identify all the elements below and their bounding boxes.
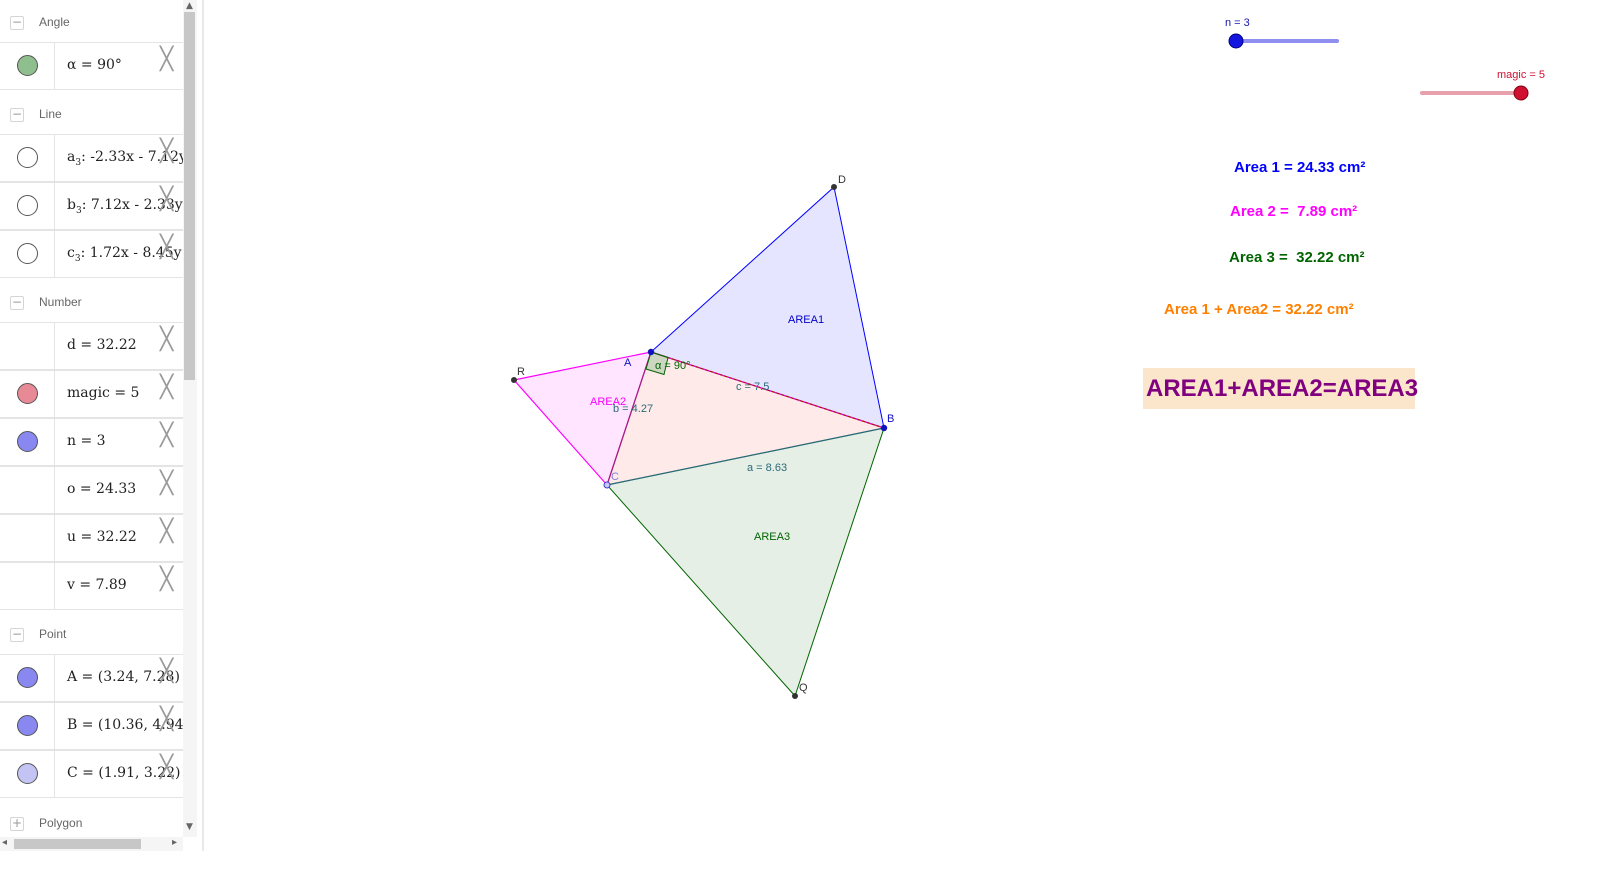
- algebra-row-d[interactable]: d = 32.22 ╳: [0, 322, 183, 370]
- vertical-scrollbar[interactable]: ▲ ▼: [183, 0, 197, 837]
- point-D[interactable]: [831, 184, 837, 190]
- visibility-toggle[interactable]: [17, 763, 38, 784]
- area3-text[interactable]: Area 3 = 32.22 cm²: [1229, 249, 1365, 266]
- algebra-expr[interactable]: v = 7.89: [67, 577, 127, 593]
- delete-icon[interactable]: ╳: [160, 377, 173, 399]
- collapse-toggle[interactable]: −: [10, 108, 24, 122]
- headline-text[interactable]: AREA1+AREA2=AREA3: [1146, 375, 1418, 402]
- group-label-angle: Angle: [39, 15, 70, 29]
- algebra-row-u[interactable]: u = 32.22 ╳: [0, 514, 183, 562]
- visibility-toggle[interactable]: [17, 715, 38, 736]
- group-number[interactable]: − Number: [0, 280, 183, 324]
- delete-icon[interactable]: ╳: [160, 661, 173, 683]
- algebra-row-C[interactable]: C = (1.91, 3.22) ╳: [0, 750, 183, 798]
- slider-magic-handle[interactable]: [1513, 85, 1529, 101]
- slider-n-handle[interactable]: [1228, 33, 1244, 49]
- scrollbar-thumb[interactable]: [14, 839, 141, 849]
- delete-icon[interactable]: ╳: [160, 49, 173, 71]
- delete-icon[interactable]: ╳: [160, 189, 173, 211]
- panel-divider[interactable]: [202, 0, 204, 851]
- algebra-row-n[interactable]: n = 3 ╳: [0, 418, 183, 466]
- collapse-toggle[interactable]: −: [10, 296, 24, 310]
- area3-label: AREA3: [754, 531, 790, 543]
- group-label-point: Point: [39, 627, 67, 641]
- slider-magic-label: magic = 5: [1497, 69, 1545, 81]
- area-sum-text[interactable]: Area 1 + Area2 = 32.22 cm²: [1164, 301, 1354, 318]
- area1-text[interactable]: Area 1 = 24.33 cm²: [1234, 159, 1365, 176]
- visibility-toggle[interactable]: [17, 383, 38, 404]
- delete-icon[interactable]: ╳: [160, 237, 173, 259]
- area2-text[interactable]: Area 2 = 7.89 cm²: [1230, 203, 1357, 220]
- point-D-label: D: [838, 174, 846, 186]
- group-polygon[interactable]: + Polygon: [0, 801, 183, 837]
- group-label-number: Number: [39, 295, 82, 309]
- point-C[interactable]: [603, 481, 611, 489]
- expand-toggle[interactable]: +: [10, 817, 24, 831]
- group-point[interactable]: − Point: [0, 612, 183, 656]
- algebra-expr[interactable]: d = 32.22: [67, 337, 137, 353]
- scrollbar-thumb[interactable]: [184, 12, 195, 380]
- delete-icon[interactable]: ╳: [160, 329, 173, 351]
- horizontal-scrollbar[interactable]: ◂ ▸: [0, 837, 183, 851]
- algebra-expr[interactable]: u = 32.22: [67, 529, 137, 545]
- visibility-toggle[interactable]: [17, 667, 38, 688]
- delete-icon[interactable]: ╳: [160, 569, 173, 591]
- point-R-label: R: [517, 366, 525, 378]
- algebra-row-b3[interactable]: b3: 7.12x - 2.33y = - ╳: [0, 182, 183, 230]
- algebra-expr[interactable]: n = 3: [67, 433, 106, 449]
- delete-icon[interactable]: ╳: [160, 757, 173, 779]
- scroll-right-icon[interactable]: ▸: [172, 837, 177, 848]
- group-angle[interactable]: − Angle: [0, 0, 183, 44]
- area2-label: AREA2: [590, 396, 626, 408]
- collapse-toggle[interactable]: −: [10, 628, 24, 642]
- angle-alpha-label: α = 90°: [655, 360, 691, 372]
- visibility-toggle[interactable]: [17, 147, 38, 168]
- point-B-label: B: [887, 413, 894, 425]
- segment-c-label: c = 7.5: [736, 381, 769, 393]
- visibility-toggle[interactable]: [17, 55, 38, 76]
- area1-label: AREA1: [788, 314, 824, 326]
- group-label-line: Line: [39, 107, 62, 121]
- algebra-expr[interactable]: α = 90°: [67, 57, 122, 73]
- delete-icon[interactable]: ╳: [160, 473, 173, 495]
- point-Q[interactable]: [792, 693, 798, 699]
- algebra-row-a3[interactable]: a3: -2.33x - 7.12y = ╳: [0, 134, 183, 182]
- algebra-row-alpha[interactable]: α = 90° ╳: [0, 42, 183, 90]
- point-Q-label: Q: [799, 682, 808, 694]
- segment-a-label: a = 8.63: [747, 462, 787, 474]
- algebra-expr[interactable]: o = 24.33: [67, 481, 136, 497]
- algebra-view: − Angle α = 90° ╳ − Line a3: -2.33x - 7.…: [0, 0, 183, 837]
- delete-icon[interactable]: ╳: [160, 709, 173, 731]
- visibility-toggle[interactable]: [17, 431, 38, 452]
- graphics-view[interactable]: α = 90° c = 7.5 b = 4.27 a = 8.63 AREA1 …: [205, 0, 1600, 870]
- scroll-left-icon[interactable]: ◂: [2, 837, 7, 848]
- visibility-toggle[interactable]: [17, 243, 38, 264]
- delete-icon[interactable]: ╳: [160, 425, 173, 447]
- delete-icon[interactable]: ╳: [160, 521, 173, 543]
- algebra-row-v[interactable]: v = 7.89 ╳: [0, 562, 183, 610]
- scroll-down-icon[interactable]: ▼: [186, 822, 193, 832]
- algebra-row-o[interactable]: o = 24.33 ╳: [0, 466, 183, 514]
- point-B[interactable]: [880, 424, 888, 432]
- algebra-row-c3[interactable]: c3: 1.72x - 8.45y = - ╳: [0, 230, 183, 278]
- visibility-toggle[interactable]: [17, 195, 38, 216]
- point-A-label: A: [624, 357, 632, 369]
- slider-n-label: n = 3: [1225, 17, 1250, 29]
- point-C-label: C: [611, 471, 619, 483]
- collapse-toggle[interactable]: −: [10, 16, 24, 30]
- algebra-row-A[interactable]: A = (3.24, 7.28) ╳: [0, 654, 183, 702]
- group-label-polygon: Polygon: [39, 816, 83, 830]
- point-A[interactable]: [647, 348, 655, 356]
- delete-icon[interactable]: ╳: [160, 141, 173, 163]
- algebra-row-magic[interactable]: magic = 5 ╳: [0, 370, 183, 418]
- group-line[interactable]: − Line: [0, 92, 183, 136]
- algebra-row-B[interactable]: B = (10.36, 4.94) ╳: [0, 702, 183, 750]
- scroll-up-icon[interactable]: ▲: [186, 1, 193, 11]
- algebra-expr[interactable]: magic = 5: [67, 385, 139, 401]
